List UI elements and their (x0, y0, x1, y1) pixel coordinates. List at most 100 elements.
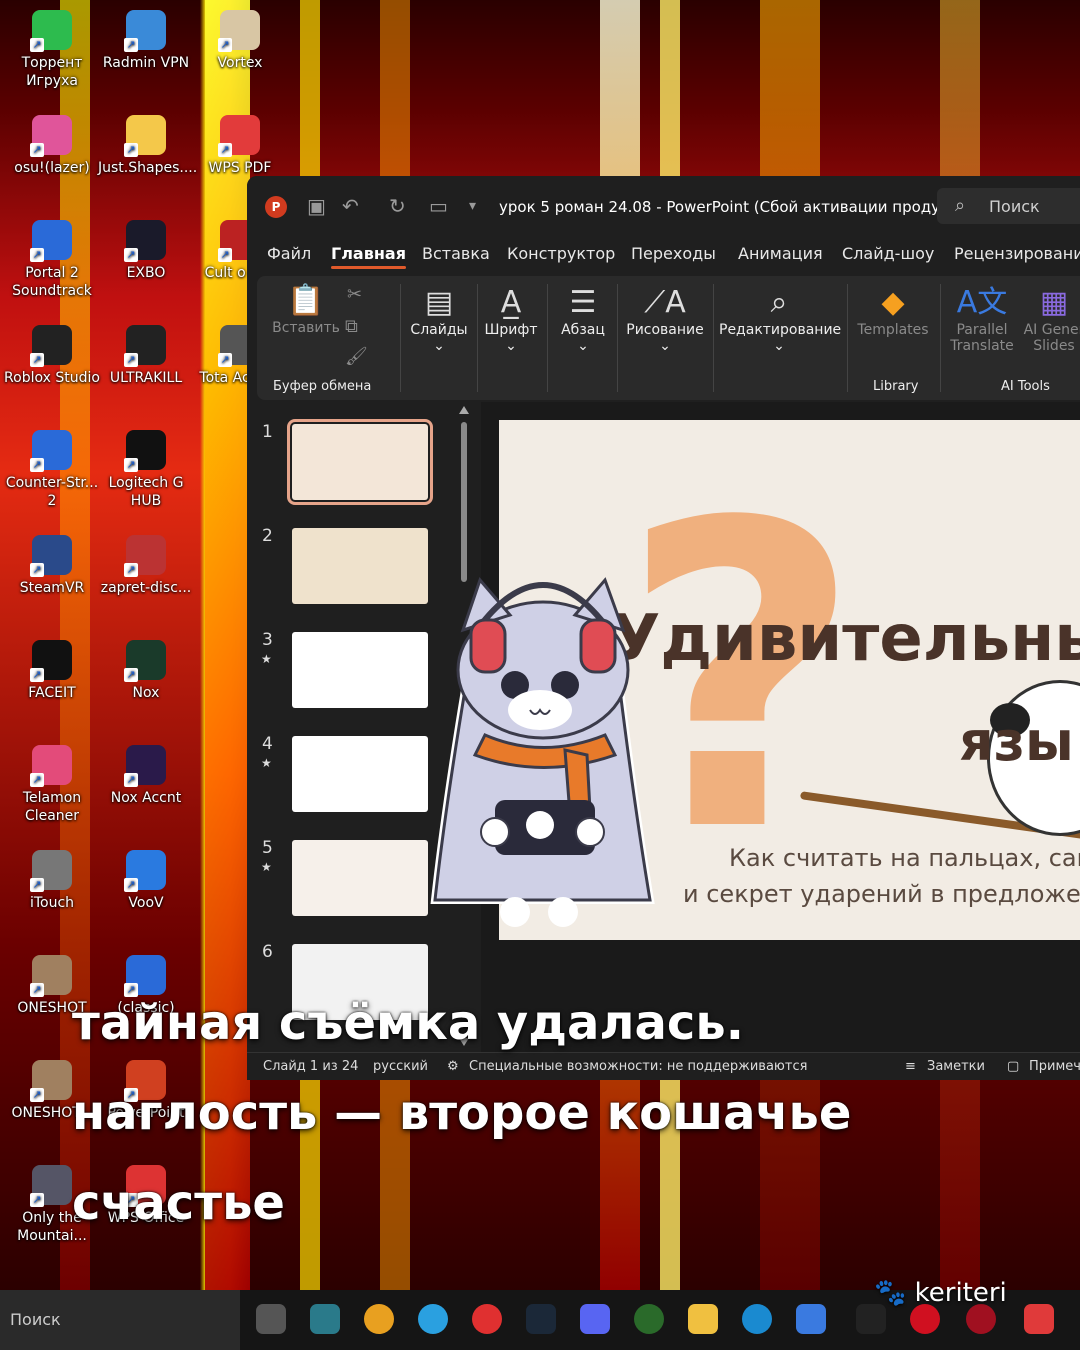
ai-generate-slides-button[interactable]: ▦ AI Gener Slides (1019, 284, 1080, 354)
wps-office-icon[interactable] (1024, 1304, 1054, 1334)
format-painter-icon[interactable]: 🖌 (345, 346, 368, 367)
shortcut-arrow-icon: ↗ (30, 1088, 44, 1102)
store-icon[interactable] (796, 1304, 826, 1334)
editing-button[interactable]: ⌕ Редактирование ⌄ (719, 284, 841, 354)
desktop-icon[interactable]: ↗ Торрент Игруха (4, 10, 100, 90)
templates-button[interactable]: ◆ Templates (853, 284, 933, 338)
desktop-icon[interactable]: ↗ Nox Accnt (98, 745, 194, 807)
app-icon: ↗ (30, 745, 72, 787)
search-box[interactable]: ⌕ Поиск (937, 188, 1080, 224)
desktop-icon[interactable]: ↗ WPS PDF (192, 115, 288, 177)
desktop-icon[interactable]: ↗ osu!(lazer) (4, 115, 100, 177)
desktop-icon[interactable]: ↗ VooV (98, 850, 194, 912)
slide-subtitle-line1: Как считать на пальцах, сам (729, 844, 1080, 872)
paragraph-button[interactable]: ☰ Абзац ⌄ (553, 284, 613, 354)
discord-icon[interactable] (580, 1304, 610, 1334)
ai-tools-group-label: AI Tools (1001, 379, 1050, 394)
taskbar-search[interactable]: Поиск (0, 1290, 240, 1350)
telegram-icon[interactable] (418, 1304, 448, 1334)
desktop-icon-label: Nox Accnt (110, 790, 182, 806)
app-icon: ↗ (124, 325, 166, 367)
shortcut-arrow-icon: ↗ (124, 773, 138, 787)
epic-games-icon[interactable] (856, 1304, 886, 1334)
desktop-icon[interactable]: ↗ zapret-disc... (98, 535, 194, 597)
slide-thumbnail[interactable] (292, 840, 428, 916)
opera-gx-icon[interactable] (966, 1304, 996, 1334)
desktop-icon-label: Торрент Игруха (21, 55, 83, 89)
yandex-music-icon[interactable] (364, 1304, 394, 1334)
slide-thumbnail[interactable] (292, 736, 428, 812)
slide-thumbnail[interactable] (292, 528, 428, 604)
parallel-translate-button[interactable]: A文 Parallel Translate (947, 284, 1017, 354)
scroll-up-icon[interactable] (459, 406, 469, 414)
search-label: Поиск (989, 197, 1040, 216)
slide-thumbnail[interactable] (292, 632, 428, 708)
shortcut-arrow-icon: ↗ (30, 248, 44, 262)
shortcut-arrow-icon: ↗ (218, 143, 232, 157)
audio-app-icon[interactable] (310, 1304, 340, 1334)
parallel-translate-label: Parallel Translate (950, 322, 1014, 354)
undo-icon[interactable]: ↶ (342, 194, 359, 218)
desktop-icon[interactable]: ↗ FACEIT (4, 640, 100, 702)
file-explorer-icon[interactable] (688, 1304, 718, 1334)
desktop-icon-label: ULTRAKILL (109, 370, 183, 386)
app-icon: ↗ (124, 535, 166, 577)
tab-insert[interactable]: Вставка (422, 244, 490, 263)
slide-subtitle-line2: и секрет ударений в предложен (683, 880, 1080, 908)
slides-button[interactable]: ▤ Слайды ⌄ (407, 284, 471, 354)
tab-transitions[interactable]: Переходы (631, 244, 716, 263)
app-icon: ↗ (124, 220, 166, 262)
slide-thumbnail-row[interactable]: 1 (247, 419, 465, 526)
desktop-icon[interactable]: ↗ Vortex (192, 10, 288, 72)
desktop-icon-label: iTouch (29, 895, 75, 911)
search-icon: ⌕ (955, 195, 966, 216)
steam-icon[interactable] (526, 1304, 556, 1334)
desktop-icon[interactable]: ↗ Telamon Cleaner (4, 745, 100, 825)
desktop-icon[interactable]: ↗ Nox (98, 640, 194, 702)
task-view-icon[interactable] (256, 1304, 286, 1334)
tab-design[interactable]: Конструктор (507, 244, 615, 263)
drawing-button[interactable]: ⟋A Рисование ⌄ (623, 284, 707, 354)
tab-file[interactable]: Файл (267, 244, 311, 263)
xbox-icon[interactable] (634, 1304, 664, 1334)
caption-line1: тайная съёмка удалась. (72, 995, 744, 1051)
paste-button[interactable]: 📋 Вставить (271, 282, 341, 336)
font-button[interactable]: A̲ Шрифт ⌄ (483, 284, 539, 354)
shortcut-arrow-icon: ↗ (218, 353, 232, 367)
opera-icon[interactable] (910, 1304, 940, 1334)
redo-icon[interactable]: ↻ (389, 194, 406, 218)
title-bar[interactable]: P ▣ ↶ ↻ ▭ ▾ урок 5 роман 24.08 - PowerPo… (247, 176, 1080, 236)
drawing-label: Рисование (626, 322, 704, 338)
desktop-icon[interactable]: ↗ Counter-Str... 2 (4, 430, 100, 510)
customize-toolbar-icon[interactable]: ▾ (469, 198, 476, 214)
tab-review[interactable]: Рецензирование (954, 244, 1080, 263)
tab-slideshow[interactable]: Слайд-шоу (842, 244, 934, 263)
present-icon[interactable]: ▭ (429, 194, 448, 218)
desktop-icon[interactable]: ↗ Just.Shapes.... (98, 115, 197, 177)
tab-home[interactable]: Главная (331, 244, 406, 269)
slide-thumbnail[interactable] (287, 419, 433, 505)
app-icon: ↗ (30, 220, 72, 262)
desktop-icon[interactable]: ↗ Portal 2 Soundtrack (4, 220, 100, 300)
tab-animations[interactable]: Анимация (738, 244, 823, 263)
edge-icon[interactable] (742, 1304, 772, 1334)
desktop-icon[interactable]: ↗ Radmin VPN (98, 10, 194, 72)
desktop-icon[interactable]: ↗ Logitech G HUB (98, 430, 194, 510)
shortcut-arrow-icon: ↗ (30, 143, 44, 157)
desktop-icon[interactable]: ↗ ULTRAKILL (98, 325, 194, 387)
yandex-browser-icon[interactable] (472, 1304, 502, 1334)
copy-icon[interactable]: ⧉ (345, 316, 358, 337)
shortcut-arrow-icon: ↗ (30, 668, 44, 682)
desktop-icon[interactable]: ↗ EXBO (98, 220, 194, 282)
desktop-icon[interactable]: ↗ Roblox Studio (4, 325, 100, 387)
paste-label: Вставить (272, 320, 340, 336)
desktop-icon[interactable]: ↗ SteamVR (4, 535, 100, 597)
taskbar-search-label: Поиск (10, 1310, 61, 1329)
save-icon[interactable]: ▣ (307, 194, 326, 218)
comments-button[interactable]: Примеч (1029, 1059, 1080, 1074)
cut-icon[interactable]: ✂ (347, 284, 362, 305)
scroll-thumb[interactable] (461, 422, 467, 582)
powerpoint-window[interactable]: P ▣ ↶ ↻ ▭ ▾ урок 5 роман 24.08 - PowerPo… (247, 176, 1080, 1080)
slides-icon: ▤ (424, 285, 454, 320)
desktop-icon[interactable]: ↗ iTouch (4, 850, 100, 912)
